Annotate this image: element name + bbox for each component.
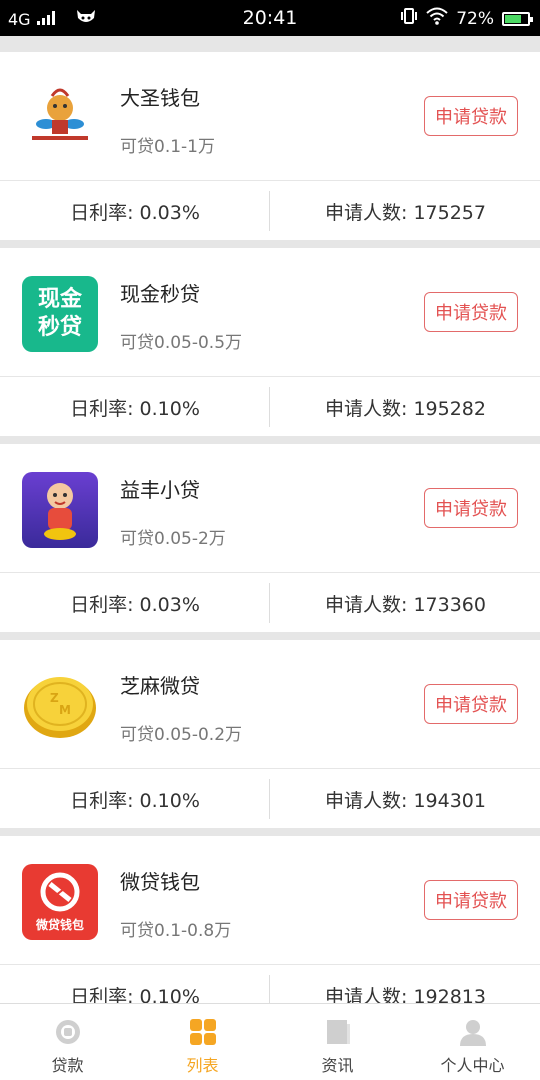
loan-list[interactable]: 大圣钱包 可贷0.1-1万 申请贷款 日利率: 0.03% 申请人数: 1752… — [0, 36, 540, 1003]
wifi-icon — [426, 7, 448, 30]
loan-card[interactable]: Z M 芝麻微贷 可贷0.05-0.2万 申请贷款 日利率: 0.10% 申请人… — [0, 640, 540, 828]
tab-label: 贷款 — [51, 1056, 84, 1075]
loan-range: 可贷0.05-2万 — [120, 529, 226, 549]
loan-card-stats: 日利率: 0.03% 申请人数: 173360 — [0, 572, 540, 632]
loan-icon — [54, 1018, 82, 1046]
loan-name: 微贷钱包 — [120, 870, 200, 894]
stat-divider — [269, 975, 270, 1003]
loan-card[interactable]: 微贷钱包 微贷钱包 可贷0.1-0.8万 申请贷款 日利率: 0.10% 申请人… — [0, 836, 540, 1003]
logo-text-line: 秒贷 — [37, 315, 82, 340]
loan-range: 可贷0.05-0.2万 — [120, 725, 243, 745]
loan-card[interactable]: 益丰小贷 可贷0.05-2万 申请贷款 日利率: 0.03% 申请人数: 173… — [0, 444, 540, 632]
loan-card-header: 现金 秒贷 现金秒贷 可贷0.05-0.5万 申请贷款 — [0, 248, 540, 376]
applicant-count: 申请人数: 195282 — [325, 397, 486, 420]
dasheng-logo-icon — [22, 80, 98, 156]
status-right: 72% — [400, 7, 533, 30]
logo-text: 微贷钱包 — [35, 918, 84, 932]
applicant-count: 申请人数: 194301 — [325, 789, 486, 812]
apply-loan-button[interactable]: 申请贷款 — [424, 880, 518, 920]
battery-icon — [502, 11, 533, 26]
loan-card-header: Z M 芝麻微贷 可贷0.05-0.2万 申请贷款 — [0, 640, 540, 768]
tab-profile[interactable]: 个人中心 — [405, 1004, 540, 1080]
grid-icon — [189, 1018, 217, 1046]
applicant-count: 申请人数: 173360 — [325, 593, 486, 616]
apply-loan-button[interactable]: 申请贷款 — [424, 292, 518, 332]
weidai-wallet-logo-icon: 微贷钱包 — [22, 864, 98, 940]
tab-label: 资讯 — [321, 1056, 354, 1075]
loan-card-header: 大圣钱包 可贷0.1-1万 申请贷款 — [0, 52, 540, 180]
tab-list[interactable]: 列表 — [135, 1004, 270, 1080]
apply-loan-button[interactable]: 申请贷款 — [424, 96, 518, 136]
tab-loan[interactable]: 贷款 — [0, 1004, 135, 1080]
daily-rate: 日利率: 0.10% — [70, 397, 200, 420]
daily-rate: 日利率: 0.03% — [70, 593, 200, 616]
status-bar: 4G 20:41 72% — [0, 0, 540, 36]
loan-name: 益丰小贷 — [120, 478, 200, 502]
svg-text:M: M — [59, 703, 71, 717]
stat-divider — [269, 583, 270, 623]
applicant-count: 申请人数: 175257 — [325, 201, 486, 224]
stat-divider — [269, 387, 270, 427]
loan-card-stats: 日利率: 0.03% 申请人数: 175257 — [0, 180, 540, 240]
tab-label: 列表 — [186, 1056, 219, 1075]
loan-card-header: 益丰小贷 可贷0.05-2万 申请贷款 — [0, 444, 540, 572]
daily-rate: 日利率: 0.10% — [70, 789, 200, 812]
zhima-coin-logo-icon: Z M — [22, 668, 98, 744]
loan-range: 可贷0.05-0.5万 — [120, 333, 243, 353]
applicant-count: 申请人数: 192813 — [325, 985, 486, 1004]
tab-label: 个人中心 — [440, 1056, 505, 1075]
loan-name: 大圣钱包 — [120, 86, 200, 110]
vibrate-icon — [400, 7, 418, 30]
bottom-tab-bar: 贷款 列表 资讯 个人中心 — [0, 1003, 540, 1080]
loan-card-stats: 日利率: 0.10% 申请人数: 195282 — [0, 376, 540, 436]
daily-rate: 日利率: 0.10% — [70, 985, 200, 1004]
apply-loan-button[interactable]: 申请贷款 — [424, 488, 518, 528]
news-icon — [324, 1018, 352, 1046]
loan-card[interactable]: 大圣钱包 可贷0.1-1万 申请贷款 日利率: 0.03% 申请人数: 1752… — [0, 52, 540, 240]
user-icon — [459, 1018, 487, 1046]
loan-name: 现金秒贷 — [120, 282, 200, 306]
yifeng-logo-icon — [22, 472, 98, 548]
battery-level — [505, 14, 521, 23]
battery-percent: 72% — [456, 8, 494, 29]
loan-range: 可贷0.1-1万 — [120, 137, 215, 157]
loan-card-header: 微贷钱包 微贷钱包 可贷0.1-0.8万 申请贷款 — [0, 836, 540, 964]
daily-rate: 日利率: 0.03% — [70, 201, 200, 224]
loan-name: 芝麻微贷 — [120, 674, 200, 698]
loan-range: 可贷0.1-0.8万 — [120, 921, 232, 941]
loan-card[interactable]: 现金 秒贷 现金秒贷 可贷0.05-0.5万 申请贷款 日利率: 0.10% 申… — [0, 248, 540, 436]
loan-card-stats: 日利率: 0.10% 申请人数: 194301 — [0, 768, 540, 828]
apply-loan-button[interactable]: 申请贷款 — [424, 684, 518, 724]
stat-divider — [269, 191, 270, 231]
stat-divider — [269, 779, 270, 819]
svg-text:Z: Z — [50, 691, 59, 705]
logo-text-line: 现金 — [37, 287, 82, 312]
cash-loan-logo-icon: 现金 秒贷 — [22, 276, 98, 352]
loan-card-stats: 日利率: 0.10% 申请人数: 192813 — [0, 964, 540, 1003]
tab-news[interactable]: 资讯 — [270, 1004, 405, 1080]
